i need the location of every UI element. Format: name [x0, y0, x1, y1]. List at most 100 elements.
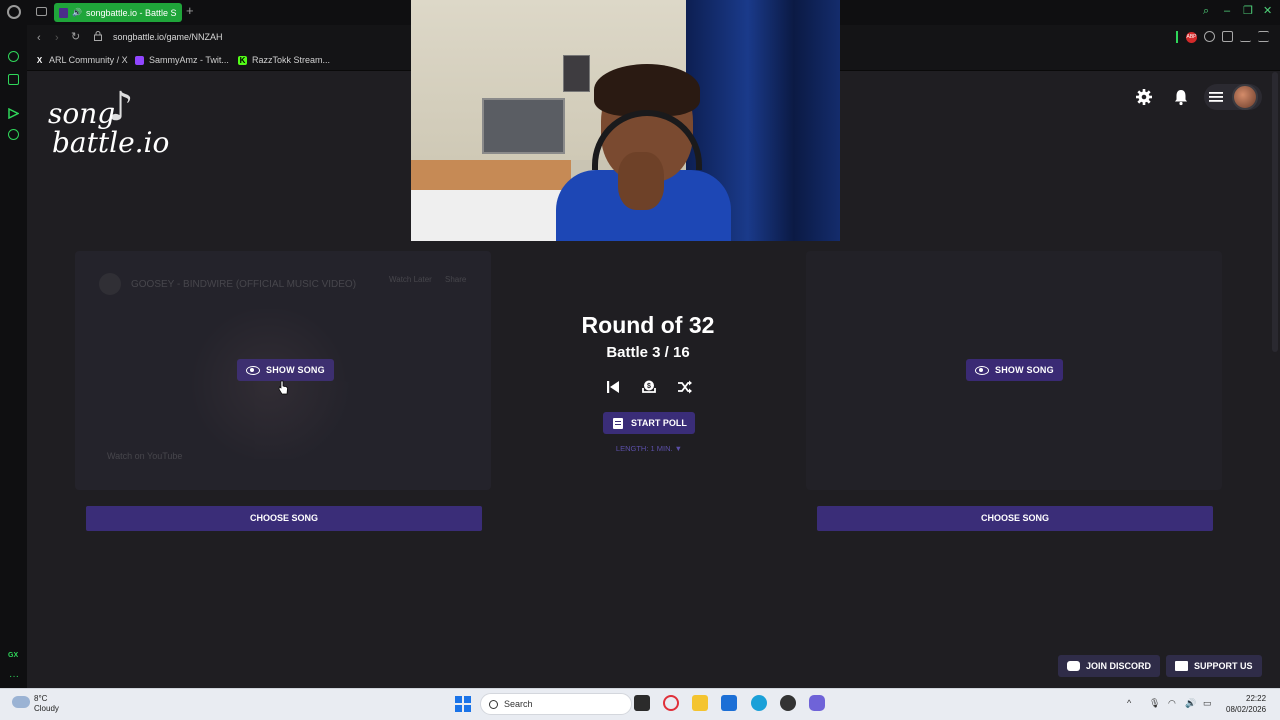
webcam-person — [556, 64, 731, 241]
close-window-button[interactable]: ✕ — [1263, 5, 1272, 17]
player-icon[interactable] — [8, 106, 20, 120]
hand-cursor-icon — [278, 380, 288, 395]
bookmark-item[interactable]: K RazzTokk Stream... — [238, 55, 330, 65]
support-us-button[interactable]: SUPPORT US — [1166, 655, 1262, 677]
browser-sidebar — [0, 25, 27, 688]
microphone-icon[interactable]: 🎙 — [1149, 698, 1160, 709]
tab-title: songbattle.io - Battle S — [85, 7, 177, 18]
date: 08/02/2026 — [1226, 705, 1267, 714]
search-tabs-icon[interactable]: ⌕ — [1203, 5, 1209, 17]
twitch-icon — [135, 55, 144, 65]
poll-length-select[interactable]: LENGTH: 1 MIN. ▼ — [590, 444, 708, 453]
eye-icon — [975, 365, 989, 375]
battery-icon[interactable]: ▭ — [1203, 698, 1212, 709]
coin-icon[interactable]: $ — [640, 378, 658, 396]
opera-gx-taskbar-icon[interactable] — [663, 695, 679, 711]
watch-on-youtube: Watch on YouTube — [107, 451, 183, 461]
browser-tab-active[interactable]: 🔊 songbattle.io - Battle S — [54, 3, 182, 22]
forward-button[interactable]: › — [55, 32, 59, 44]
watch-later-label: Watch Later — [389, 275, 432, 284]
join-discord-label: JOIN DISCORD — [1086, 661, 1152, 671]
time: 22:22 — [1246, 694, 1267, 703]
history-icon[interactable] — [8, 51, 19, 62]
gx-label: GX — [8, 652, 19, 659]
svg-text:$: $ — [647, 383, 651, 390]
bookmark-item[interactable]: SammyAmz - Twit... — [135, 55, 229, 65]
kofi-icon — [1175, 661, 1188, 671]
start-poll-label: START POLL — [631, 418, 687, 428]
logo-text-battle: battle.io — [52, 126, 170, 159]
weather-widget[interactable]: 8°C Cloudy — [34, 694, 59, 714]
search-icon — [489, 699, 498, 709]
share-label: Share — [445, 275, 467, 284]
eye-icon — [246, 365, 260, 375]
webcam-hand — [618, 152, 664, 210]
channel-avatar — [99, 273, 121, 295]
task-view-icon[interactable] — [634, 695, 650, 711]
discord-icon — [1067, 661, 1080, 671]
back-button[interactable]: ‹ — [37, 32, 41, 44]
minimize-button[interactable]: – — [1224, 5, 1230, 17]
poll-icon — [613, 417, 623, 429]
volume-icon[interactable]: 🔊 — [1185, 698, 1196, 709]
join-discord-button[interactable]: JOIN DISCORD — [1058, 655, 1161, 677]
bookmark-item[interactable]: X ARL Community / X — [35, 55, 128, 65]
start-poll-button[interactable]: START POLL — [603, 412, 695, 434]
settings-sidebar-icon[interactable] — [8, 129, 19, 140]
shuffle-icon[interactable] — [676, 378, 694, 396]
gx-indicator — [1176, 31, 1178, 43]
choose-song-button-left[interactable]: CHOOSE SONG — [86, 506, 482, 531]
previous-battle-icon[interactable] — [604, 378, 622, 396]
wallet-icon[interactable] — [1222, 31, 1233, 42]
site-favicon-icon — [59, 7, 68, 18]
store-icon[interactable] — [721, 695, 737, 711]
url-field[interactable]: songbattle.io/game/NNZAH — [113, 32, 223, 42]
show-song-label: SHOW SONG — [266, 365, 325, 375]
windows-start-icon[interactable] — [455, 696, 471, 712]
download-icon[interactable] — [1240, 31, 1251, 42]
show-song-button-left[interactable]: SHOW SONG — [237, 359, 334, 381]
taskbar-search[interactable]: Search — [480, 693, 632, 715]
kick-icon: K — [238, 55, 247, 65]
tray-overflow-icon[interactable]: ^ — [1127, 698, 1131, 708]
show-song-button-right[interactable]: SHOW SONG — [966, 359, 1063, 381]
adblock-extension-icon[interactable]: ABP — [1186, 32, 1197, 43]
hamburger-menu-icon[interactable] — [1209, 90, 1223, 104]
reload-button[interactable]: ↻ — [71, 31, 80, 43]
show-song-label: SHOW SONG — [995, 365, 1054, 375]
tab-manager-icon[interactable] — [36, 7, 47, 16]
taskbar-clock[interactable]: 22:22 08/02/2026 — [1226, 693, 1266, 715]
audio-playing-icon[interactable]: 🔊 — [72, 8, 82, 17]
edge-icon[interactable] — [751, 695, 767, 711]
gx-control-icon[interactable] — [8, 74, 19, 85]
discord-taskbar-icon[interactable] — [809, 695, 825, 711]
cloud-icon[interactable] — [12, 696, 30, 708]
bookmark-label: SammyAmz - Twit... — [149, 55, 229, 65]
easy-setup-icon[interactable] — [1258, 31, 1269, 42]
webcam-hair — [594, 64, 700, 116]
opera-logo-icon[interactable] — [7, 5, 21, 19]
bell-icon[interactable] — [1172, 88, 1190, 106]
support-us-label: SUPPORT US — [1194, 661, 1253, 671]
weather-condition: Cloudy — [34, 704, 59, 713]
avatar[interactable] — [1232, 84, 1258, 110]
search-placeholder: Search — [504, 699, 533, 709]
bookmark-label: RazzTokk Stream... — [252, 55, 331, 65]
gear-icon[interactable] — [1135, 88, 1153, 106]
extensions-icon[interactable] — [1204, 31, 1215, 42]
new-tab-button[interactable]: + — [186, 4, 194, 17]
more-icon[interactable]: ··· — [9, 671, 19, 682]
obs-icon[interactable] — [780, 695, 796, 711]
video-thumbnail — [189, 309, 349, 459]
temperature: 8°C — [34, 694, 48, 703]
video-title: GOOSEY - BINDWIRE (OFFICIAL MUSIC VIDEO) — [131, 279, 357, 290]
restore-button[interactable]: ❐ — [1243, 5, 1253, 17]
webcam-poster — [482, 98, 565, 154]
file-explorer-icon[interactable] — [692, 695, 708, 711]
lock-icon — [94, 31, 102, 41]
bookmark-label: ARL Community / X — [49, 55, 128, 65]
webcam-overlay — [411, 0, 840, 241]
page-scrollbar[interactable] — [1272, 72, 1278, 352]
choose-song-button-right[interactable]: CHOOSE SONG — [817, 506, 1213, 531]
wifi-icon[interactable]: ◠ — [1168, 698, 1176, 709]
